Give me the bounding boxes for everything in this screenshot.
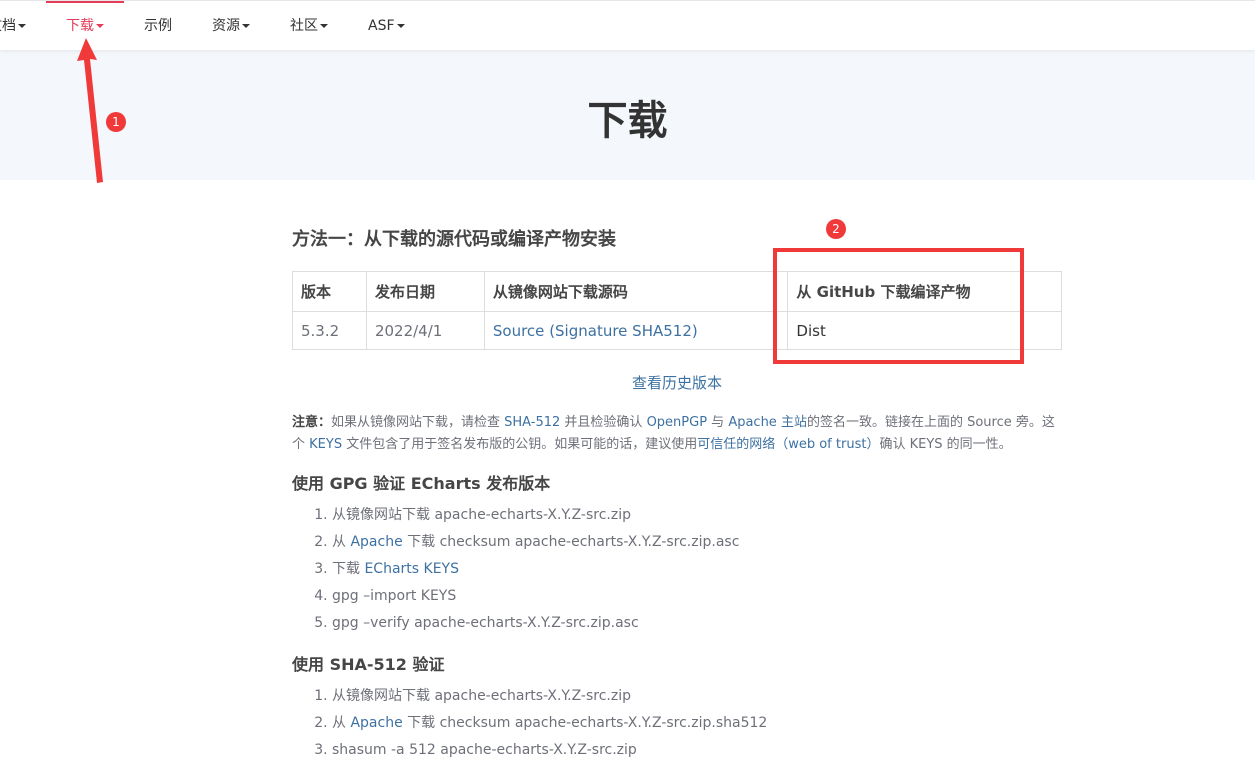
apache-link[interactable]: Apache (350, 534, 402, 550)
nav-community[interactable]: 社区 (290, 1, 328, 51)
history-versions-link[interactable]: 查看历史版本 (632, 374, 722, 392)
list-item: shasum -a 512 apache-echarts-X.Y.Z-src.z… (332, 737, 1062, 764)
annotation-badge-2: 2 (826, 219, 846, 239)
step-text: 从 (332, 715, 351, 731)
source-link[interactable]: Source (493, 322, 545, 340)
list-item: gpg –import KEYS (332, 583, 1062, 610)
step-text: 下载 (332, 561, 365, 577)
chevron-down-icon (396, 24, 405, 28)
gpg-steps-list: 从镜像网站下载 apache-echarts-X.Y.Z-src.zip 从 A… (292, 502, 1062, 637)
step-text: 从 (332, 534, 351, 550)
note-text-5: 文件包含了用于签名发布版的公钥。如果可能的话，建议使用 (342, 437, 698, 452)
echarts-keys-link[interactable]: ECharts KEYS (364, 561, 459, 577)
nav-community-label: 社区 (290, 18, 318, 34)
note-paragraph: 注意：如果从镜像网站下载，请检查 SHA-512 并且检验确认 OpenPGP … (292, 412, 1062, 456)
header-source: 从镜像网站下载源码 (483, 271, 789, 312)
list-item: 从 Apache 下载 checksum apache-echarts-X.Y.… (332, 529, 1062, 556)
note-label: 注意： (292, 415, 332, 430)
nav-resources-label: 资源 (212, 18, 240, 34)
annotation-badge-1: 1 (106, 112, 126, 132)
nav-examples[interactable]: 示例 (144, 1, 172, 51)
nav-resources[interactable]: 资源 (212, 1, 250, 51)
header-date: 发布日期 (365, 271, 485, 312)
list-item: 从 Apache 下载 checksum apache-echarts-X.Y.… (332, 710, 1062, 737)
nav-docs[interactable]: 文档 (0, 1, 26, 51)
nav-asf[interactable]: ASF (368, 1, 405, 51)
list-item: gpg –verify apache-echarts-X.Y.Z-src.zip… (332, 610, 1062, 637)
chevron-down-icon (18, 24, 26, 28)
chevron-down-icon (320, 24, 328, 28)
note-text-2: 并且检验确认 (560, 415, 647, 430)
chevron-down-icon (242, 24, 250, 28)
header-version: 版本 (292, 271, 367, 312)
signature-link[interactable]: (Signature SHA512) (549, 322, 698, 340)
hero-banner: 下载 (0, 50, 1255, 180)
keys-link[interactable]: KEYS (309, 437, 342, 452)
apache-link[interactable]: Apache (350, 715, 402, 731)
cell-date: 2022/4/1 (365, 311, 485, 350)
apache-main-link[interactable]: Apache 主站 (728, 415, 807, 430)
chevron-down-icon (96, 24, 104, 28)
note-text-6: 确认 KEYS 的同一性。 (879, 437, 1012, 452)
step-text: 下载 checksum apache-echarts-X.Y.Z-src.zip… (402, 534, 740, 550)
sha512-link[interactable]: SHA-512 (504, 415, 560, 430)
nav-docs-label: 文档 (0, 18, 16, 34)
nav-download[interactable]: 下载 (46, 1, 124, 51)
nav-examples-label: 示例 (144, 18, 172, 34)
gpg-title: 使用 GPG 验证 ECharts 发布版本 (292, 474, 551, 493)
cell-version: 5.3.2 (292, 311, 367, 350)
step-text: 下载 checksum apache-echarts-X.Y.Z-src.zip… (402, 715, 768, 731)
annotation-highlight-box (773, 248, 1024, 364)
nav-asf-label: ASF (368, 18, 395, 34)
cell-source: Source (Signature SHA512) (483, 311, 789, 350)
top-navbar: 文档 下载 示例 资源 社区 ASF (0, 0, 1255, 50)
list-item: 从镜像网站下载 apache-echarts-X.Y.Z-src.zip (332, 502, 1062, 529)
sha-title: 使用 SHA-512 验证 (292, 655, 445, 674)
list-item: 从镜像网站下载 apache-echarts-X.Y.Z-src.zip (332, 683, 1062, 710)
page-title: 下载 (587, 98, 668, 144)
nav-download-label: 下载 (66, 18, 94, 34)
note-text-1: 如果从镜像网站下载，请检查 (331, 415, 505, 430)
list-item: 下载 ECharts KEYS (332, 556, 1062, 583)
note-text-3: 与 (707, 415, 729, 430)
history-versions-row: 查看历史版本 (292, 372, 1062, 394)
web-of-trust-link[interactable]: 可信任的网络（web of trust） (697, 437, 879, 452)
sha-steps-list: 从镜像网站下载 apache-echarts-X.Y.Z-src.zip 从 A… (292, 683, 1062, 764)
openpgp-link[interactable]: OpenPGP (647, 415, 707, 430)
